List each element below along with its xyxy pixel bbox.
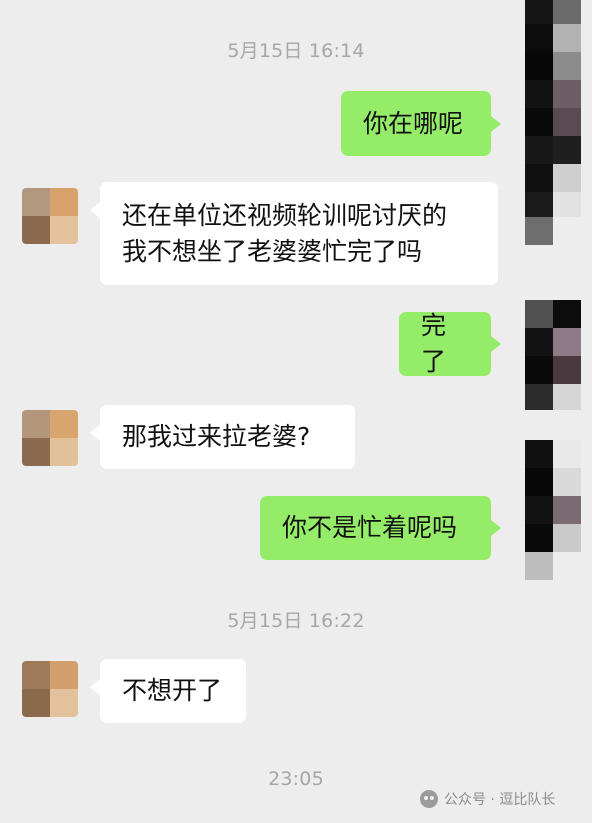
- chat-area: 5月15日 16:14 你在哪呢 还在单位还视频轮训呢讨厌的 我不想坐了老婆婆忙…: [0, 0, 592, 823]
- message-bubble-outgoing[interactable]: 你不是忙着呢吗: [260, 496, 501, 560]
- message-line: 我不想坐了老婆婆忙完了吗: [122, 237, 423, 266]
- avatar[interactable]: [22, 410, 78, 466]
- watermark: 公众号 · 逗比队长: [420, 788, 555, 810]
- redaction-mosaic: [525, 440, 581, 580]
- timestamp: 5月15日 16:14: [227, 40, 365, 62]
- wechat-icon: [420, 790, 438, 808]
- message-bubble-incoming[interactable]: 不想开了: [90, 659, 246, 723]
- avatar[interactable]: [22, 188, 78, 244]
- message-bubble-incoming[interactable]: 那我过来拉老婆?: [90, 405, 355, 469]
- message-text: 不想开了: [122, 676, 223, 705]
- watermark-label: 公众号 · 逗比队长: [444, 792, 556, 808]
- message-text: 那我过来拉老婆?: [122, 422, 311, 451]
- timestamp: 23:05: [268, 768, 324, 790]
- message-text: 还在单位还视频轮训呢讨厌的 我不想坐了老婆婆忙完了吗: [122, 198, 447, 270]
- message-bubble-outgoing[interactable]: 你在哪呢: [341, 91, 501, 156]
- timestamp: 5月15日 16:22: [227, 610, 365, 632]
- message-text: 你在哪呢: [363, 108, 464, 138]
- redaction-mosaic: [525, 0, 581, 245]
- message-text: 完了: [421, 311, 447, 376]
- message-line: 还在单位还视频轮训呢讨厌的: [122, 201, 448, 230]
- message-text: 你不是忙着呢吗: [282, 513, 458, 542]
- message-bubble-incoming[interactable]: 还在单位还视频轮训呢讨厌的 我不想坐了老婆婆忙完了吗: [90, 182, 498, 285]
- avatar[interactable]: [22, 661, 78, 717]
- message-bubble-outgoing[interactable]: 完了: [399, 311, 501, 376]
- redaction-mosaic: [525, 300, 581, 410]
